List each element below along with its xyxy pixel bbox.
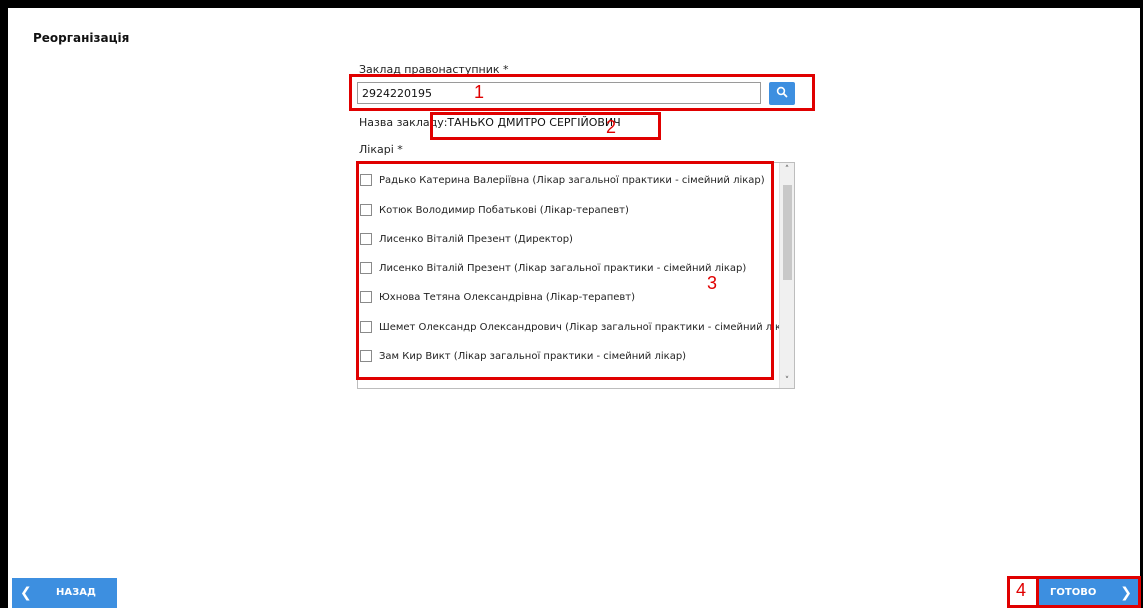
chevron-left-icon: ❮ xyxy=(20,585,32,601)
annotation-box-3 xyxy=(356,161,774,380)
annotation-box-1 xyxy=(349,74,815,111)
doctors-scrollbar[interactable]: ˄ ˅ xyxy=(779,163,794,388)
scroll-thumb[interactable] xyxy=(783,185,792,280)
back-button[interactable]: ❮ НАЗАД xyxy=(12,578,117,608)
annotation-box-2 xyxy=(430,112,661,140)
annotation-number-1: 1 xyxy=(474,82,485,102)
annotation-number-2: 2 xyxy=(606,117,617,137)
window-frame-top xyxy=(0,0,1143,8)
annotation-number-4: 4 xyxy=(1016,580,1027,600)
page-title: Реорганізація xyxy=(33,31,130,45)
doctors-label: Лікарі * xyxy=(359,143,403,156)
chevron-up-icon[interactable]: ˄ xyxy=(780,163,794,177)
back-button-label: НАЗАД xyxy=(56,587,96,598)
annotation-number-3: 3 xyxy=(707,273,718,293)
window-frame-left xyxy=(0,0,8,608)
chevron-down-icon[interactable]: ˅ xyxy=(780,374,794,388)
